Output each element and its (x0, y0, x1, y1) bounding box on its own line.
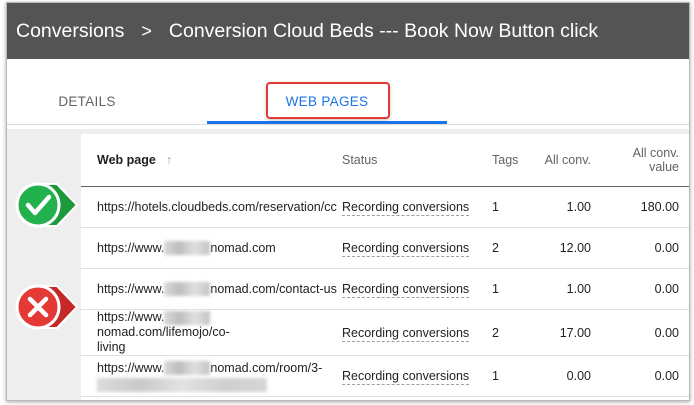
row-url[interactable]: https://www. nomad.com/contact-us (81, 268, 340, 310)
column-header-web-page[interactable]: Web page ↑ (81, 134, 340, 187)
row-url[interactable]: https://www. nomad.com/room/3- (81, 355, 340, 397)
url-suffix: nomad.com/room/3- (210, 360, 323, 375)
url-suffix: nomad.com/lifemojo/co- (97, 325, 230, 339)
row-all-conv: 1.00 (539, 186, 601, 228)
column-header-tags[interactable]: Tags (492, 134, 539, 187)
row-url[interactable]: https://www.nomad.com/lifemojo/co-living (81, 309, 340, 356)
url-prefix: https://www. (97, 281, 165, 296)
status-text[interactable]: Recording conversions (342, 282, 470, 298)
row-status: Recording conversions (340, 186, 492, 228)
tab-details[interactable]: DETAILS (7, 63, 167, 121)
row-status: Recording conversions (340, 227, 492, 269)
row-tags: 2 (492, 309, 539, 356)
column-header-all-conv-value[interactable]: All conv. value (601, 134, 689, 187)
table-row: https://www. nomad.com/room/3- Recording … (81, 355, 689, 397)
redacted-blur (164, 310, 211, 325)
tab-bar: DETAILS WEB PAGES (7, 63, 689, 127)
url-suffix: nomad.com/contact-us (210, 281, 337, 296)
row-all-conv: 17.00 (539, 309, 601, 356)
status-text[interactable]: Recording conversions (342, 369, 470, 385)
checkmark-icon (15, 182, 85, 233)
url-prefix: https://www. (97, 310, 165, 324)
row-url[interactable]: https://hotels.cloudbeds.com/reservation… (81, 186, 340, 228)
redacted-blur (164, 361, 211, 376)
row-tags: 1 (492, 186, 539, 228)
row-all-conv: 0.00 (539, 355, 601, 397)
table-row: https://www. nomad.com Recording conversi… (81, 227, 689, 269)
row-all-conv-value: 0.00 (601, 355, 689, 397)
redacted-blur (164, 282, 211, 297)
table-row: https://www.nomad.com/lifemojo/co-living… (81, 309, 689, 356)
redacted-blur (164, 241, 211, 256)
redacted-blur (97, 377, 267, 392)
row-tags: 1 (492, 268, 539, 310)
url-continuation: living (97, 340, 126, 354)
active-tab-indicator (207, 121, 447, 124)
web-pages-table: Web page ↑ Status Tags All conv. All conv… (81, 134, 689, 400)
row-status: Recording conversions (340, 309, 492, 356)
x-icon (15, 284, 85, 335)
row-tags: 1 (492, 355, 539, 397)
tab-web-pages[interactable]: WEB PAGES (207, 63, 447, 121)
table-row: https://www. nomad.com/contact-us Recordi… (81, 268, 689, 310)
status-text[interactable]: Recording conversions (342, 241, 470, 257)
table-header-row: Web page ↑ Status Tags All conv. All conv… (81, 134, 689, 187)
row-all-conv-value: 0.00 (601, 227, 689, 269)
row-all-conv-value: 0.00 (601, 268, 689, 310)
breadcrumb-separator: > (141, 20, 152, 41)
sort-arrow-icon[interactable]: ↑ (166, 153, 172, 167)
row-all-conv: 12.00 (539, 227, 601, 269)
status-text[interactable]: Recording conversions (342, 200, 470, 216)
tab-divider (7, 124, 689, 125)
row-all-conv-value: 180.00 (601, 186, 689, 228)
url-suffix: nomad.com (210, 240, 276, 255)
web-page-header-label: Web page (97, 153, 156, 167)
table-row: https://hotels.cloudbeds.com/reservation… (81, 186, 689, 228)
url-prefix: https://www. (97, 360, 165, 375)
column-header-status[interactable]: Status (340, 134, 492, 187)
status-text[interactable]: Recording conversions (342, 325, 470, 342)
row-tags: 2 (492, 227, 539, 269)
row-url[interactable]: https://www. nomad.com (81, 227, 340, 269)
column-header-all-conv[interactable]: All conv. (539, 134, 601, 187)
page-title: Conversion Cloud Beds --- Book Now Butto… (168, 19, 599, 42)
row-all-conv-value: 0.00 (601, 309, 689, 356)
row-status: Recording conversions (340, 268, 492, 310)
row-status: Recording conversions (340, 355, 492, 397)
row-all-conv: 1.00 (539, 268, 601, 310)
url-prefix: https://www. (97, 240, 165, 255)
breadcrumb-conversions[interactable]: Conversions (7, 20, 124, 43)
screenshot-frame: Conversions > Conversion Cloud Beds --- … (6, 2, 690, 401)
page-header: Conversions > Conversion Cloud Beds --- … (7, 3, 689, 59)
